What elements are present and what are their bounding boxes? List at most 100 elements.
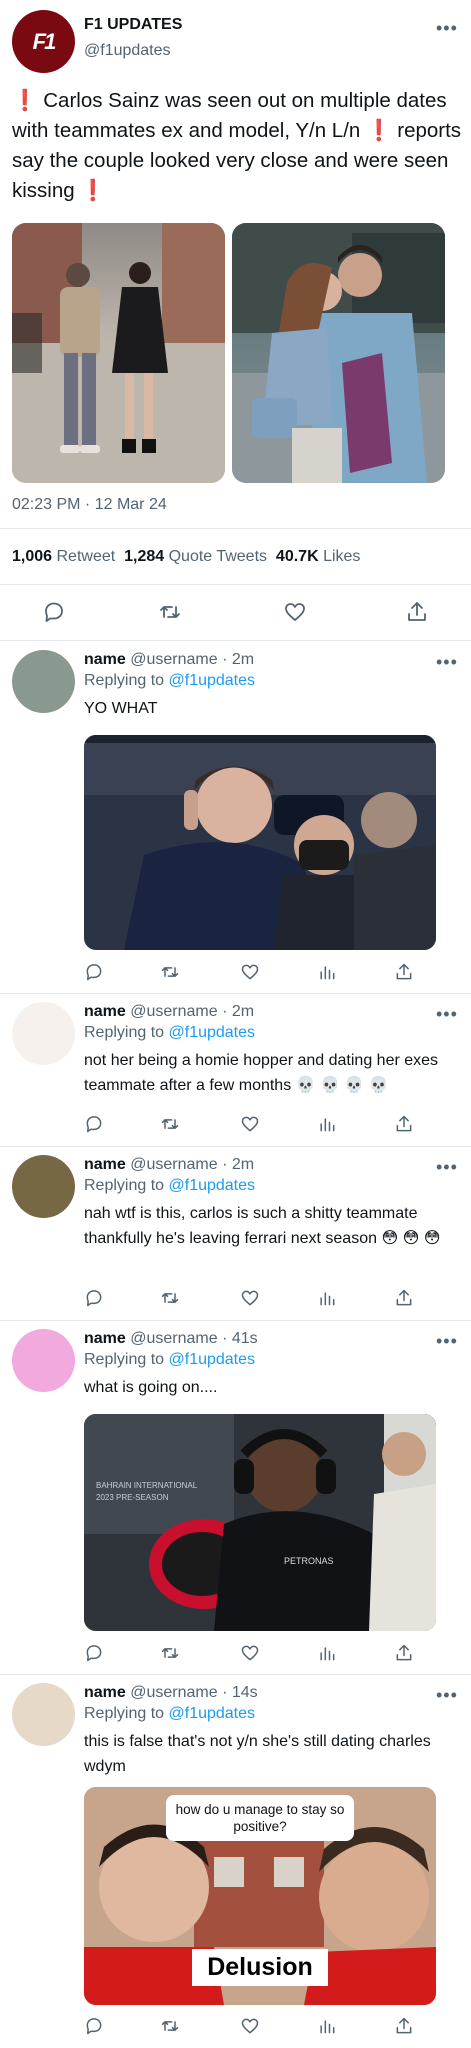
share-icon[interactable] xyxy=(394,1643,414,1668)
reply-text: nah wtf is this, carlos is such a shitty… xyxy=(84,1205,441,1247)
reply-text: this is false that's not y/n she's still… xyxy=(84,1733,431,1775)
replying-label: Replying to xyxy=(84,1705,165,1722)
like-icon[interactable] xyxy=(240,962,260,987)
display-name[interactable]: F1 UPDATES xyxy=(84,16,182,34)
quotes-label[interactable]: Quote Tweets xyxy=(169,548,267,565)
meme-caption-top: how do u manage to stay so positive? xyxy=(166,1795,354,1841)
divider xyxy=(0,993,471,994)
reply-name[interactable]: name xyxy=(84,1330,126,1347)
avatar[interactable] xyxy=(12,1155,75,1218)
mention-link[interactable]: @f1updates xyxy=(169,672,256,689)
share-icon[interactable] xyxy=(405,600,429,629)
reply-author[interactable]: name @username · 2m xyxy=(84,651,254,669)
handle[interactable]: @f1updates xyxy=(84,42,171,60)
avatar[interactable] xyxy=(12,1002,75,1065)
like-icon[interactable] xyxy=(240,1114,260,1139)
avatar[interactable]: F1 xyxy=(12,10,75,73)
divider xyxy=(0,528,471,529)
couple-kissing-illustration xyxy=(232,223,445,483)
like-icon[interactable] xyxy=(240,2016,260,2041)
like-icon[interactable] xyxy=(240,1643,260,1668)
reply-photo[interactable] xyxy=(84,735,436,950)
more-options-icon[interactable]: ••• xyxy=(436,18,458,39)
like-icon[interactable] xyxy=(240,1288,260,1313)
share-icon[interactable] xyxy=(394,962,414,987)
reply-author[interactable]: name @username · 2m xyxy=(84,1003,254,1021)
reply-text: YO WHAT xyxy=(84,700,158,717)
more-options-icon[interactable]: ••• xyxy=(436,1004,458,1025)
share-icon[interactable] xyxy=(394,2016,414,2041)
stats-icon[interactable] xyxy=(317,2016,337,2041)
more-options-icon[interactable]: ••• xyxy=(436,652,458,673)
reply-meta: @username · 2m xyxy=(130,1003,255,1020)
mention-link[interactable]: @f1updates xyxy=(169,1351,256,1368)
replying-label: Replying to xyxy=(84,1177,165,1194)
reply-meme-image[interactable]: how do u manage to stay so positive? Del… xyxy=(84,1787,436,2005)
replying-to: Replying to @f1updates xyxy=(84,1024,255,1042)
share-icon[interactable] xyxy=(394,1114,414,1139)
stats-icon[interactable] xyxy=(317,1643,337,1668)
exclamation-icon: ❗ xyxy=(366,119,392,142)
more-options-icon[interactable]: ••• xyxy=(436,1331,458,1352)
reply-icon[interactable] xyxy=(84,1114,104,1139)
mention-link[interactable]: @f1updates xyxy=(169,1177,256,1194)
reply-text: not her being a homie hopper and dating … xyxy=(84,1052,439,1094)
reply-author[interactable]: name @username · 41s xyxy=(84,1330,258,1348)
retweets-label[interactable]: Retweet xyxy=(57,548,116,565)
reply-icon[interactable] xyxy=(84,962,104,987)
retweet-icon[interactable] xyxy=(160,1288,180,1313)
reply-meta: @username · 2m xyxy=(130,651,255,668)
tweet-stats: 1,006 Retweet 1,284 Quote Tweets 40.7K L… xyxy=(12,548,360,566)
reply-name[interactable]: name xyxy=(84,651,126,668)
tweet-text: ❗ Carlos Sainz was seen out on multiple … xyxy=(12,86,462,206)
stats-icon[interactable] xyxy=(317,962,337,987)
tweet-photo-couple-walking[interactable] xyxy=(12,223,225,483)
quotes-count[interactable]: 1,284 xyxy=(124,548,164,565)
reply-author[interactable]: name @username · 14s xyxy=(84,1684,258,1702)
retweet-icon[interactable] xyxy=(160,1643,180,1668)
retweet-icon[interactable] xyxy=(160,2016,180,2041)
reply-name[interactable]: name xyxy=(84,1684,126,1701)
reply-name[interactable]: name xyxy=(84,1156,126,1173)
likes-label[interactable]: Likes xyxy=(323,548,360,565)
mention-link[interactable]: @f1updates xyxy=(169,1024,256,1041)
reply-icon[interactable] xyxy=(84,1643,104,1668)
reply-meta: @username · 41s xyxy=(130,1330,258,1347)
reply-author[interactable]: name @username · 2m xyxy=(84,1156,254,1174)
reply-icon[interactable] xyxy=(84,2016,104,2041)
reply-text: what is going on.... xyxy=(84,1379,218,1396)
reply-meta: @username · 14s xyxy=(130,1684,258,1701)
likes-count[interactable]: 40.7K xyxy=(276,548,319,565)
more-options-icon[interactable]: ••• xyxy=(436,1685,458,1706)
stats-icon[interactable] xyxy=(317,1114,337,1139)
reply-name[interactable]: name xyxy=(84,1003,126,1020)
share-icon[interactable] xyxy=(394,1288,414,1313)
retweet-icon[interactable] xyxy=(158,600,182,629)
retweets-count[interactable]: 1,006 xyxy=(12,548,52,565)
divider xyxy=(0,584,471,585)
replying-label: Replying to xyxy=(84,1351,165,1368)
replying-to: Replying to @f1updates xyxy=(84,672,255,690)
exclamation-icon: ❗ xyxy=(80,179,106,202)
reply-photo[interactable]: BAHRAIN INTERNATIONAL 2023 PRE-SEASON PE… xyxy=(84,1414,436,1631)
replying-to: Replying to @f1updates xyxy=(84,1705,255,1723)
f1-logo-icon: F1 xyxy=(32,28,57,54)
like-icon[interactable] xyxy=(283,600,307,629)
avatar[interactable] xyxy=(12,1329,75,1392)
stats-icon[interactable] xyxy=(317,1288,337,1313)
reply-icon[interactable] xyxy=(42,600,66,629)
avatar[interactable] xyxy=(12,650,75,713)
tweet-photo-couple-kissing[interactable] xyxy=(232,223,445,483)
replying-label: Replying to xyxy=(84,672,165,689)
driver-on-phone-illustration xyxy=(84,735,436,950)
mention-link[interactable]: @f1updates xyxy=(169,1705,256,1722)
driver-with-headset-illustration: BAHRAIN INTERNATIONAL 2023 PRE-SEASON PE… xyxy=(84,1414,436,1631)
retweet-icon[interactable] xyxy=(160,1114,180,1139)
avatar[interactable] xyxy=(12,1683,75,1746)
replying-to: Replying to @f1updates xyxy=(84,1351,255,1369)
more-options-icon[interactable]: ••• xyxy=(436,1157,458,1178)
reply-icon[interactable] xyxy=(84,1288,104,1313)
tweet-timestamp[interactable]: 02:23 PM · 12 Mar 24 xyxy=(12,496,167,514)
retweet-icon[interactable] xyxy=(160,962,180,987)
replying-to: Replying to @f1updates xyxy=(84,1177,255,1195)
